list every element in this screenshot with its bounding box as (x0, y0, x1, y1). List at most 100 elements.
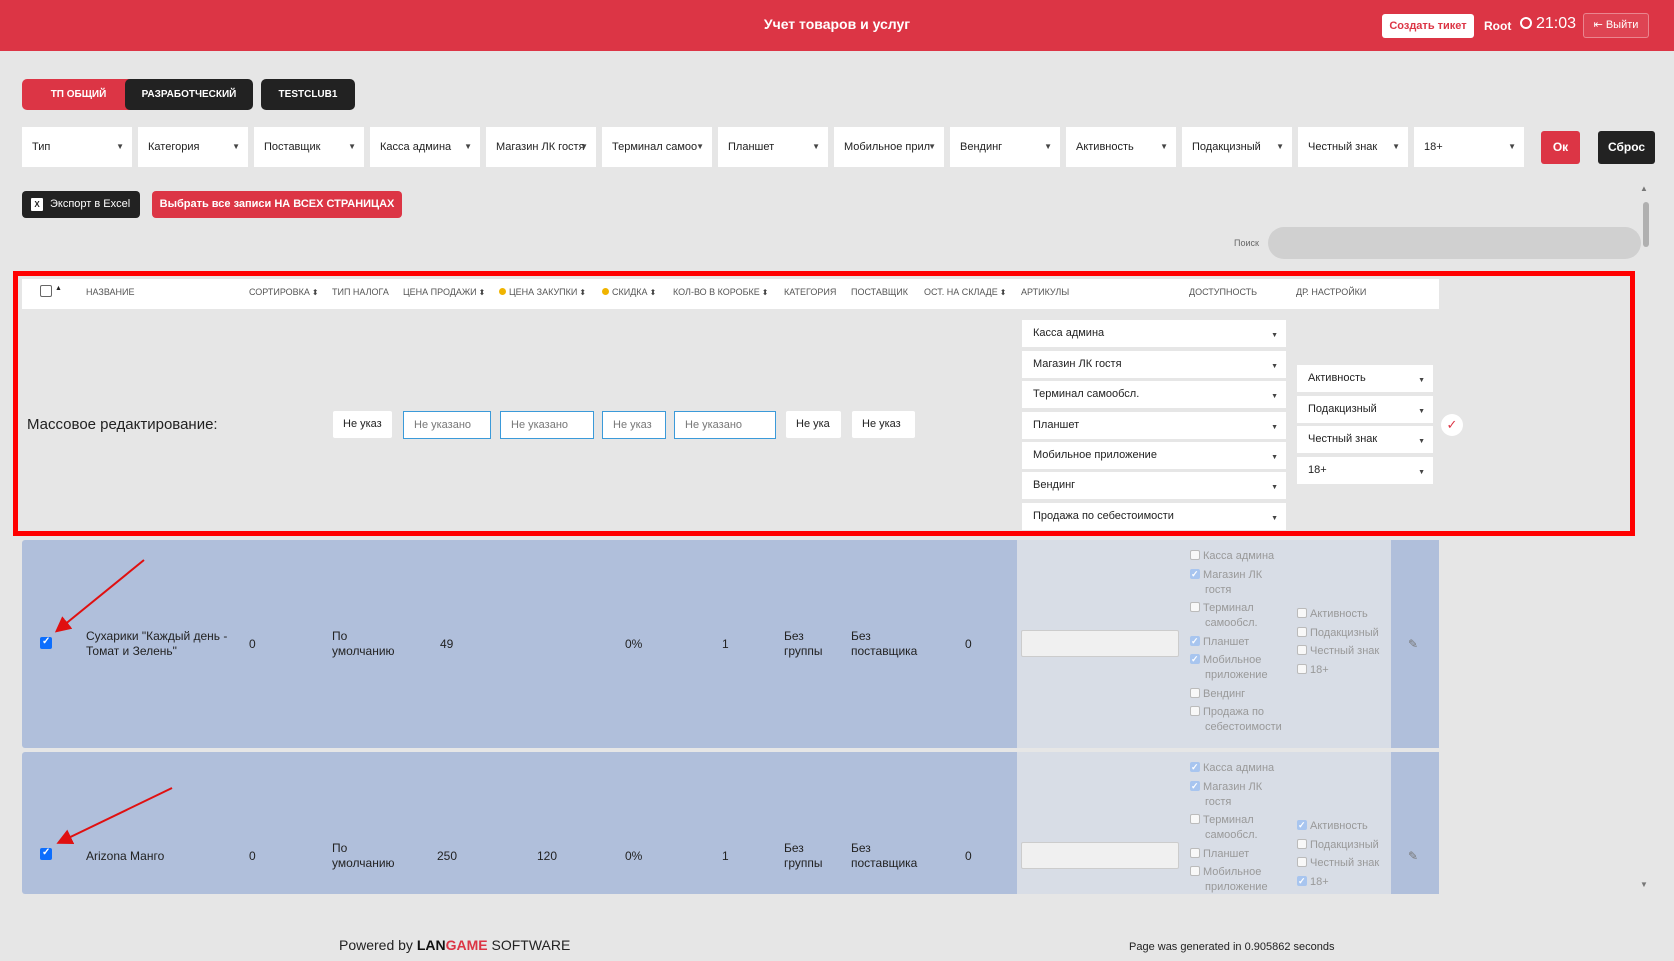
user-name: Root (1484, 19, 1512, 33)
availability-admin-cash[interactable]: Касса админа (1190, 549, 1274, 564)
filter-label: Мобильное прил (844, 141, 931, 153)
availability-checkbox[interactable] (1190, 706, 1200, 716)
create-ticket-button[interactable]: Создать тикет (1382, 14, 1474, 38)
sale-price-value: 49 (440, 637, 454, 651)
availability-terminal[interactable]: Терминал самообсл. (1190, 601, 1258, 631)
article-input[interactable] (1021, 842, 1179, 869)
other-excise[interactable]: Подакцизный (1297, 626, 1379, 641)
other-excise[interactable]: Подакцизный (1297, 838, 1379, 853)
filter-tablet[interactable]: Планшет ▼ (718, 127, 828, 167)
scroll-up-icon[interactable]: ▲ (1640, 184, 1648, 193)
select-all-pages-button[interactable]: Выбрать все записи НА ВСЕХ СТРАНИЦАХ (152, 191, 402, 218)
filter-label: Подакцизный (1192, 141, 1261, 153)
availability-checkbox[interactable] (1190, 688, 1200, 698)
filter-reset-button[interactable]: Сброс (1598, 131, 1655, 164)
stock-value: 0 (965, 849, 972, 863)
category-value: Без группы (784, 841, 823, 871)
availability-guest-shop[interactable]: Магазин ЛК гостя (1190, 567, 1262, 598)
filter-vending[interactable]: Вендинг ▼ (950, 127, 1060, 167)
chevron-down-icon: ▼ (232, 142, 240, 151)
filter-mobile[interactable]: Мобильное прил ▼ (834, 127, 944, 167)
filter-activity[interactable]: Активность ▼ (1066, 127, 1176, 167)
filter-age[interactable]: 18+ ▼ (1414, 127, 1524, 167)
availability-cost-sale[interactable]: Продажа по себестоимости (1190, 705, 1282, 735)
availability-tablet[interactable]: Планшет (1190, 847, 1249, 862)
other-label: Подакцизный (1310, 627, 1379, 639)
tab-developer[interactable]: РАЗРАБОТЧЕСКИЙ (125, 79, 253, 110)
other-age[interactable]: 18+ (1297, 874, 1329, 890)
filter-guest-shop[interactable]: Магазин ЛК гостя ▼ (486, 127, 596, 167)
discount-value: 0% (625, 637, 643, 651)
filter-category[interactable]: Категория ▼ (138, 127, 248, 167)
availability-checkbox[interactable] (1190, 550, 1200, 560)
availability-checkbox[interactable] (1190, 779, 1200, 794)
other-label: Активность (1310, 820, 1368, 832)
row-checkbox[interactable] (40, 847, 52, 860)
availability-checkbox[interactable] (1190, 866, 1200, 876)
other-checkbox[interactable] (1297, 839, 1307, 849)
availability-checkbox[interactable] (1190, 652, 1200, 667)
tab-tp-general[interactable]: ТП ОБЩИЙ (22, 79, 135, 110)
export-excel-button[interactable]: X Экспорт в Excel (22, 191, 140, 218)
availability-checkbox[interactable] (1190, 567, 1200, 582)
other-checkbox[interactable] (1297, 664, 1307, 674)
sale-price-value: 250 (437, 849, 458, 863)
other-honest-sign[interactable]: Честный знак (1297, 644, 1379, 659)
supplier-line: Без (851, 629, 871, 643)
chevron-down-icon: ▼ (812, 142, 820, 151)
category-value: Без группы (784, 629, 823, 659)
other-activity[interactable]: Активность (1297, 607, 1368, 622)
availability-mobile[interactable]: Мобильное приложение (1190, 652, 1268, 683)
tab-testclub1[interactable]: TESTCLUB1 (261, 79, 355, 110)
product-name: Arizona Манго (86, 849, 164, 864)
other-checkbox[interactable] (1297, 608, 1307, 618)
availability-label: Продажа по (1203, 706, 1265, 718)
availability-checkbox[interactable] (1190, 602, 1200, 612)
scrollbar-thumb[interactable] (1643, 202, 1649, 247)
availability-mobile[interactable]: Мобильное приложение (1190, 865, 1268, 895)
filter-label: Поставщик (264, 141, 321, 153)
filter-admin-cash[interactable]: Касса админа ▼ (370, 127, 480, 167)
filter-label: 18+ (1424, 141, 1443, 153)
stock-value: 0 (965, 637, 972, 651)
availability-guest-shop[interactable]: Магазин ЛК гостя (1190, 779, 1262, 810)
filter-ok-button[interactable]: Ок (1541, 131, 1580, 164)
tax-value: По умолчанию (332, 841, 395, 871)
other-checkbox[interactable] (1297, 627, 1307, 637)
tax-value: По умолчанию (332, 629, 395, 659)
availability-checkbox[interactable] (1190, 634, 1200, 649)
availability-checkbox[interactable] (1190, 814, 1200, 824)
availability-admin-cash[interactable]: Касса админа (1190, 760, 1274, 776)
search-input[interactable] (1268, 227, 1641, 259)
other-checkbox[interactable] (1297, 818, 1307, 833)
availability-checkbox[interactable] (1190, 760, 1200, 775)
other-checkbox[interactable] (1297, 857, 1307, 867)
article-input[interactable] (1021, 630, 1179, 657)
other-label: 18+ (1310, 664, 1329, 676)
other-checkbox[interactable] (1297, 645, 1307, 655)
chevron-down-icon: ▼ (1276, 142, 1284, 151)
scrollbar[interactable] (1637, 184, 1649, 894)
tax-line: По (332, 841, 348, 855)
logout-button[interactable]: ⇤ Выйти (1583, 13, 1649, 38)
other-activity[interactable]: Активность (1297, 818, 1368, 834)
filter-supplier[interactable]: Поставщик ▼ (254, 127, 364, 167)
row-checkbox[interactable] (40, 636, 52, 649)
availability-tablet[interactable]: Планшет (1190, 634, 1249, 650)
sort-value: 0 (249, 637, 256, 651)
availability-vending[interactable]: Вендинг (1190, 687, 1245, 702)
availability-checkbox[interactable] (1190, 848, 1200, 858)
filter-excise[interactable]: Подакцизный ▼ (1182, 127, 1292, 167)
filter-honest-sign[interactable]: Честный знак ▼ (1298, 127, 1408, 167)
other-age[interactable]: 18+ (1297, 663, 1329, 678)
pencil-icon[interactable]: ✎ (1408, 637, 1418, 651)
availability-terminal[interactable]: Терминал самообсл. (1190, 813, 1258, 843)
availability-label: себестоимости (1205, 721, 1282, 733)
filter-terminal[interactable]: Терминал самоо ▼ (602, 127, 712, 167)
other-honest-sign[interactable]: Честный знак (1297, 856, 1379, 871)
pencil-icon[interactable]: ✎ (1408, 849, 1418, 863)
product-name: Сухарики "Каждый день - Томат и Зелень" (86, 629, 227, 659)
other-checkbox[interactable] (1297, 874, 1307, 889)
filter-type[interactable]: Тип ▼ (22, 127, 132, 167)
scroll-down-icon[interactable]: ▼ (1640, 880, 1648, 889)
